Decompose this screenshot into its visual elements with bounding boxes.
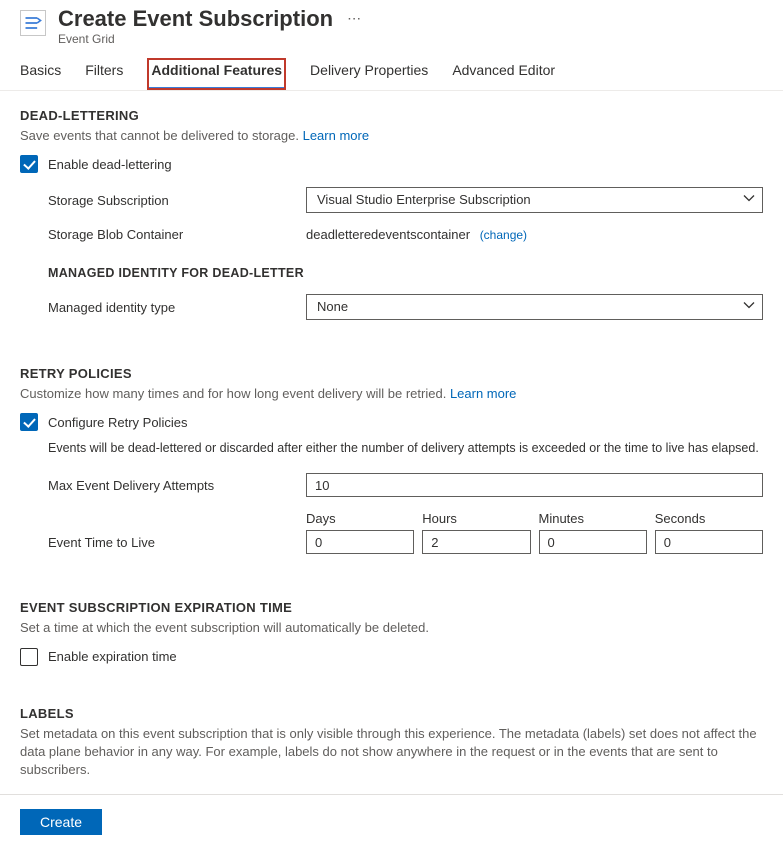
blob-container-value: deadletteredeventscontainer: [306, 227, 470, 242]
retry-heading: RETRY POLICIES: [20, 366, 763, 381]
retry-desc: Customize how many times and for how lon…: [20, 385, 763, 403]
expiration-desc: Set a time at which the event subscripti…: [20, 619, 763, 637]
max-attempts-label: Max Event Delivery Attempts: [48, 478, 306, 493]
ttl-minutes-input[interactable]: [539, 530, 647, 554]
blob-container-change-link[interactable]: (change): [480, 228, 527, 242]
storage-subscription-select[interactable]: Visual Studio Enterprise Subscription: [306, 187, 763, 213]
expiration-heading: EVENT SUBSCRIPTION EXPIRATION TIME: [20, 600, 763, 615]
ttl-hours-header: Hours: [422, 511, 530, 526]
ttl-minutes-header: Minutes: [539, 511, 647, 526]
dead-letter-heading: DEAD-LETTERING: [20, 108, 763, 123]
managed-identity-heading: MANAGED IDENTITY FOR DEAD-LETTER: [48, 266, 763, 280]
dead-letter-learn-more-link[interactable]: Learn more: [303, 128, 369, 143]
more-icon[interactable]: ⋯: [347, 10, 362, 27]
ttl-seconds-header: Seconds: [655, 511, 763, 526]
tab-strip: Basics Filters Additional Features Deliv…: [0, 50, 783, 91]
retry-learn-more-link[interactable]: Learn more: [450, 386, 516, 401]
max-attempts-input[interactable]: [306, 473, 763, 497]
enable-expiration-checkbox[interactable]: [20, 648, 38, 666]
page-subtitle: Event Grid: [58, 32, 763, 46]
tab-advanced-editor[interactable]: Advanced Editor: [452, 58, 555, 90]
ttl-label: Event Time to Live: [48, 535, 306, 554]
tab-basics[interactable]: Basics: [20, 58, 61, 90]
ttl-days-input[interactable]: [306, 530, 414, 554]
create-button[interactable]: Create: [20, 809, 102, 835]
labels-desc: Set metadata on this event subscription …: [20, 725, 763, 780]
ttl-seconds-input[interactable]: [655, 530, 763, 554]
blob-container-label: Storage Blob Container: [48, 227, 306, 242]
event-grid-icon: [20, 10, 46, 36]
storage-subscription-label: Storage Subscription: [48, 193, 306, 208]
tab-delivery-properties[interactable]: Delivery Properties: [310, 58, 428, 90]
tab-additional-features[interactable]: Additional Features: [147, 58, 286, 90]
enable-dead-letter-label: Enable dead-lettering: [48, 157, 172, 172]
configure-retry-label: Configure Retry Policies: [48, 415, 187, 430]
enable-expiration-label: Enable expiration time: [48, 649, 177, 664]
managed-identity-label: Managed identity type: [48, 300, 306, 315]
page-title: Create Event Subscription: [58, 6, 333, 31]
tab-filters[interactable]: Filters: [85, 58, 123, 90]
retry-desc-text: Customize how many times and for how lon…: [20, 386, 446, 401]
ttl-days-header: Days: [306, 511, 414, 526]
ttl-hours-input[interactable]: [422, 530, 530, 554]
dead-letter-desc-text: Save events that cannot be delivered to …: [20, 128, 299, 143]
dead-letter-desc: Save events that cannot be delivered to …: [20, 127, 763, 145]
configure-retry-checkbox[interactable]: [20, 413, 38, 431]
enable-dead-letter-checkbox[interactable]: [20, 155, 38, 173]
retry-hint: Events will be dead-lettered or discarde…: [48, 441, 763, 455]
managed-identity-select[interactable]: None: [306, 294, 763, 320]
labels-heading: LABELS: [20, 706, 763, 721]
